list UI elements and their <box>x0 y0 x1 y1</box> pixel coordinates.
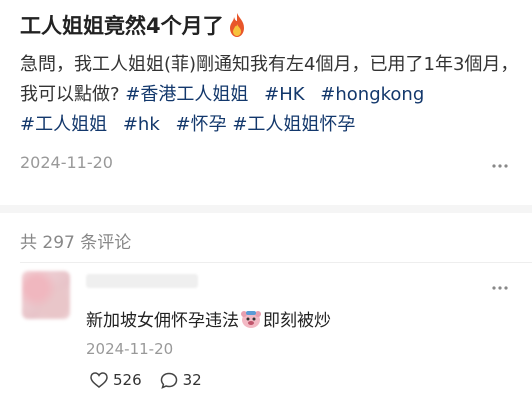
hashtag-link[interactable]: #hongkong <box>320 84 424 105</box>
avatar[interactable] <box>22 271 70 319</box>
comment-more-icon[interactable] <box>490 278 510 298</box>
comment-divider <box>20 262 532 263</box>
more-horizontal-icon <box>492 164 508 168</box>
reply-count: 32 <box>182 371 202 389</box>
comment-text-part: 即刻被炒 <box>263 311 331 331</box>
face-emoji-icon <box>241 310 261 328</box>
hashtag-link[interactable]: #工人姐姐怀孕 <box>232 114 355 135</box>
comment-text: 新加坡女佣怀孕违法 即刻被炒 <box>86 306 331 331</box>
comment-date: 2024-11-20 <box>86 340 174 358</box>
hashtag-link[interactable]: #香港工人姐姐 <box>125 84 248 105</box>
more-horizontal-icon <box>492 286 508 290</box>
comment-bubble-icon <box>160 372 177 389</box>
comment-count: 共 297 条评论 <box>20 233 132 253</box>
hashtag-link[interactable]: #HK <box>264 84 304 105</box>
comment-actions: 526 32 <box>90 369 220 391</box>
like-count: 526 <box>113 371 142 389</box>
post-page: 工人姐姐竟然4个月了 急問，我工人姐姐(菲)剛通知我有左4個月，已用了1年3個月… <box>0 0 532 400</box>
fire-emoji-icon <box>229 13 244 37</box>
post-title: 工人姐姐竟然4个月了 <box>20 10 247 40</box>
post-date: 2024-11-20 <box>20 153 113 172</box>
post-more-icon[interactable] <box>490 156 510 176</box>
comment-text-part: 新加坡女佣怀孕违法 <box>86 311 239 331</box>
post-body: 急問，我工人姐姐(菲)剛通知我有左4個月，已用了1年3個月，我可以點做? #香港… <box>20 50 520 140</box>
like-button[interactable]: 526 <box>90 371 142 389</box>
hashtag-link[interactable]: #怀孕 <box>175 114 226 135</box>
post-title-text: 工人姐姐竟然4个月了 <box>20 14 224 38</box>
section-divider <box>0 205 532 213</box>
hashtag-link[interactable]: #工人姐姐 <box>20 114 107 135</box>
reply-button[interactable]: 32 <box>160 371 202 389</box>
username-blurred[interactable] <box>86 274 198 288</box>
heart-icon <box>90 372 108 388</box>
hashtag-link[interactable]: #hk <box>123 114 160 135</box>
